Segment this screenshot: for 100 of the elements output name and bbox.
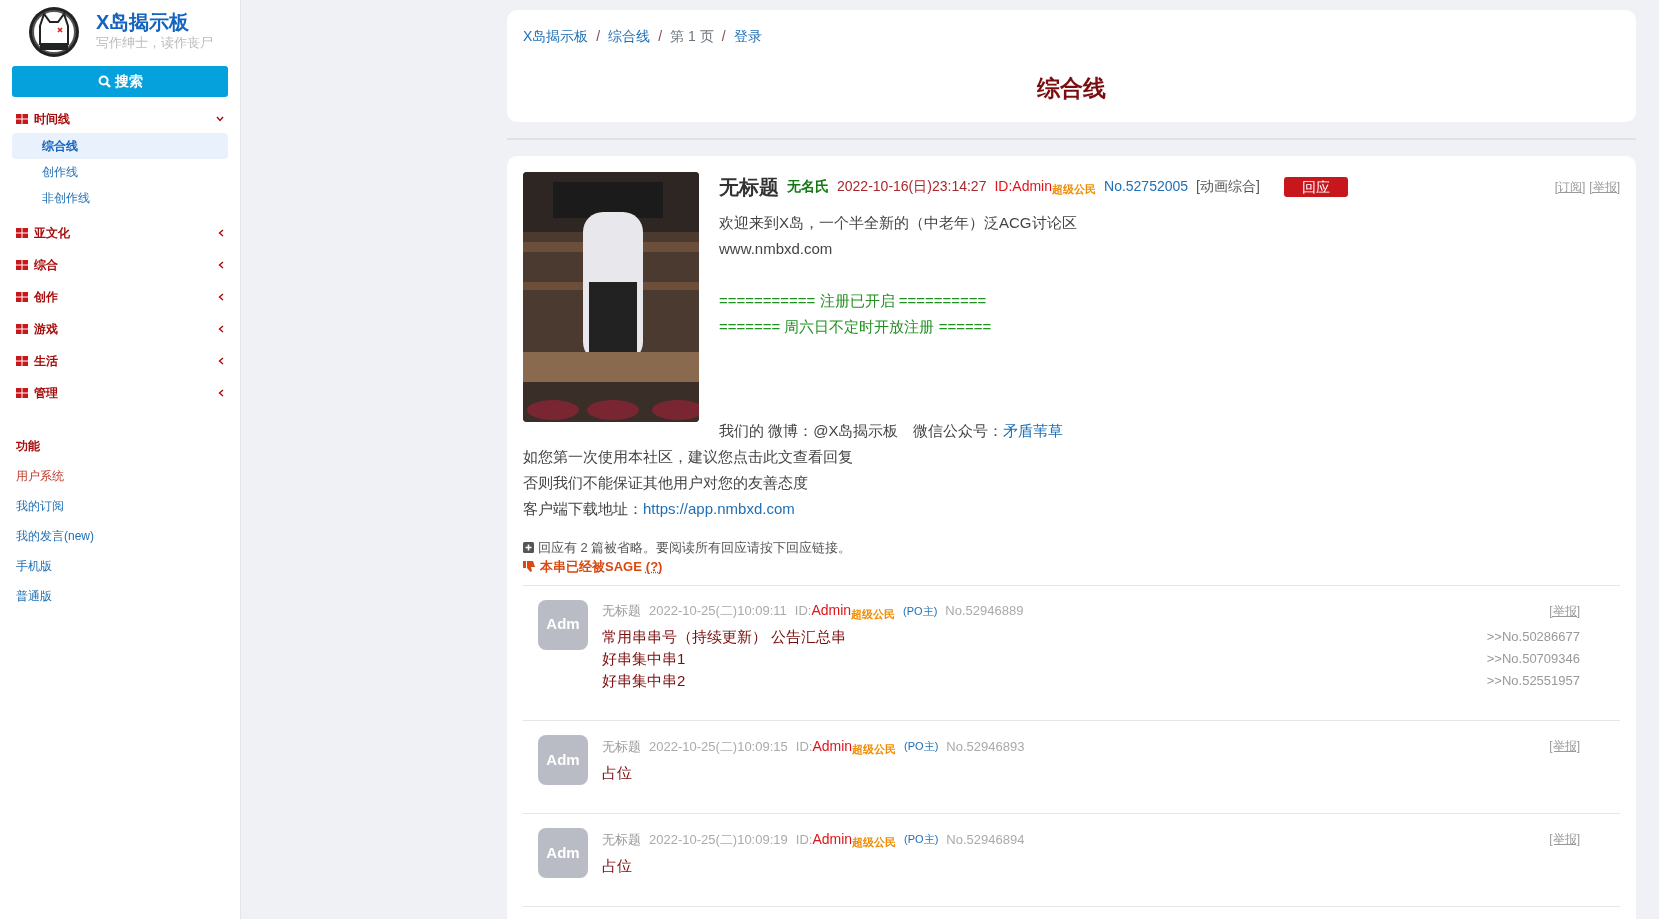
action-link[interactable]: [举报] (1589, 177, 1620, 196)
reply-time: 2022-10-25(二)10:09:19 (649, 830, 788, 849)
nav-group[interactable]: 综合 (12, 251, 228, 279)
site-title[interactable]: X岛揭示板 (96, 11, 213, 34)
page-title: 综合线 (1036, 74, 1107, 103)
breadcrumb-link[interactable]: X岛揭示板 (523, 26, 589, 47)
breadcrumb-separator: / (596, 27, 601, 46)
report-link[interactable]: [举报] (1549, 830, 1580, 849)
reply-time: 2022-10-25(二)10:09:11 (649, 602, 787, 620)
user-rank-label: 超级公民 (852, 836, 897, 850)
poster-name: 无名氏 (787, 177, 829, 196)
po-tag: (PO主) (903, 602, 938, 619)
reply-title: 无标题 (602, 737, 641, 756)
grid-icon (16, 114, 28, 124)
nav-group[interactable]: 时间线 (12, 105, 228, 133)
poster-id: ID:Admin (795, 736, 853, 754)
sage-notice: 本串已经被SAGE (540, 558, 642, 576)
nav-link[interactable]: 我的订阅 (12, 491, 228, 521)
user-rank-label: 超级公民 (851, 607, 896, 622)
grid-icon (16, 356, 28, 366)
post-text: 欢迎来到X岛，一个半全新的（中老年）泛ACG讨论区 (718, 212, 1078, 233)
reply-title: 无标题 (602, 830, 641, 849)
chevron-left-icon (218, 261, 224, 269)
reply-number: No.52946893 (946, 737, 1025, 756)
grid-icon (16, 388, 28, 398)
reply-text: 占位 (602, 762, 633, 783)
nav-link[interactable]: 普通版 (12, 581, 228, 611)
post-text: 否则我们不能保证其他用户对您的友善态度 (523, 472, 809, 493)
nav-group[interactable]: 生活 (12, 347, 228, 375)
nav-item[interactable]: 非创作线 (12, 185, 228, 211)
section-heading: 功能 (15, 438, 41, 455)
search-button[interactable]: 搜索 (12, 66, 228, 97)
reply-text: 好串集中串2 (602, 671, 687, 691)
po-tag: (PO主) (904, 831, 939, 848)
grid-icon (16, 228, 28, 238)
breadcrumb-link[interactable]: 综合线 (608, 26, 651, 47)
post-number-link[interactable]: No.52752005 (1104, 176, 1189, 197)
search-icon (97, 75, 111, 88)
report-link[interactable]: [举报] (1549, 737, 1580, 756)
nav-group[interactable]: 游戏 (12, 315, 228, 343)
reply-text: 常用串串号（持续更新） 公告汇总串 (602, 627, 848, 647)
grid-icon (16, 324, 28, 334)
nav-group[interactable]: 管理 (12, 379, 228, 407)
reply-time: 2022-10-25(二)10:09:15 (649, 737, 788, 756)
post-text: ======= 周六日不定时开放注册 ====== (718, 316, 993, 337)
help-link[interactable]: (?) (645, 557, 663, 577)
grid-icon (16, 260, 28, 270)
slogan: 写作绅士，读作丧尸 (96, 34, 213, 53)
user-rank-label: 超级公民 (852, 743, 897, 757)
reference-link[interactable]: >>No.50286677 (1486, 626, 1580, 648)
reply-number: No.52946894 (946, 830, 1025, 849)
grid-icon (16, 292, 28, 302)
post-text: =========== 注册已开启 ========== (718, 290, 988, 311)
chevron-left-icon (218, 357, 224, 365)
reply-text: 占位 (602, 855, 633, 876)
nav-item[interactable]: 综合线 (12, 133, 228, 159)
board-label: [动画综合] (1196, 177, 1260, 196)
reply-button[interactable]: 回应 (1283, 176, 1348, 197)
chevron-left-icon (218, 293, 224, 301)
omitted-note: 回应有 2 篇被省略。要阅读所有回应请按下回应链接。 (538, 538, 852, 557)
nav-link[interactable]: 手机版 (12, 551, 228, 581)
nav-group[interactable]: 创作 (12, 283, 228, 311)
post-text: 客户端下载地址：https://app.nmbxd.com (523, 498, 796, 519)
user-rank-label: 超级公民 (1052, 183, 1096, 198)
breadcrumb-current: 第 1 页 (670, 27, 714, 46)
poster-id: ID:Admin (794, 601, 852, 619)
thumbs-down-icon (523, 561, 536, 573)
reference-link[interactable]: >>No.52551957 (1486, 670, 1580, 692)
avatar: Adm (538, 735, 588, 785)
poster-id: ID:Admin (994, 177, 1052, 194)
chevron-left-icon (218, 229, 224, 237)
chevron-down-icon (216, 116, 224, 122)
report-link[interactable]: [举报] (1549, 601, 1580, 620)
reply-title: 无标题 (602, 602, 641, 620)
breadcrumb-separator: / (721, 27, 726, 46)
post-text: 我们的 微博：@X岛揭示板 微信公众号：矛盾苇草 (718, 420, 1065, 441)
post-time: 2022-10-16(日)23:14:27 (837, 177, 987, 196)
nav-group[interactable]: 亚文化 (12, 219, 228, 247)
breadcrumb-separator: / (658, 27, 663, 46)
poster-id: ID:Admin (795, 829, 853, 847)
post-link[interactable]: https://app.nmbxd.com (643, 499, 795, 517)
action-link[interactable]: [订阅] (1554, 177, 1586, 196)
post-title: 无标题 (719, 174, 779, 200)
post-text: www.nmbxd.com (718, 238, 834, 259)
reply-text: 好串集中串1 (602, 649, 687, 669)
nav-link[interactable]: 我的发言(new) (12, 521, 228, 551)
avatar: Adm (538, 828, 588, 878)
chevron-left-icon (218, 389, 224, 397)
reference-link[interactable]: >>No.50709346 (1486, 648, 1580, 670)
avatar: Adm (538, 599, 588, 650)
post-text: 如您第一次使用本社区，建议您点击此文查看回复 (523, 446, 854, 467)
post-link[interactable]: 矛盾苇草 (1003, 421, 1064, 439)
breadcrumb-link[interactable]: 登录 (733, 26, 762, 47)
reply-number: No.52946889 (945, 602, 1024, 620)
expand-icon[interactable] (523, 541, 534, 553)
nav-item[interactable]: 创作线 (12, 159, 228, 185)
logo-icon (28, 6, 80, 58)
po-tag: (PO主) (904, 738, 939, 755)
nav-link[interactable]: 用户系统 (12, 461, 228, 491)
chevron-left-icon (218, 325, 224, 333)
